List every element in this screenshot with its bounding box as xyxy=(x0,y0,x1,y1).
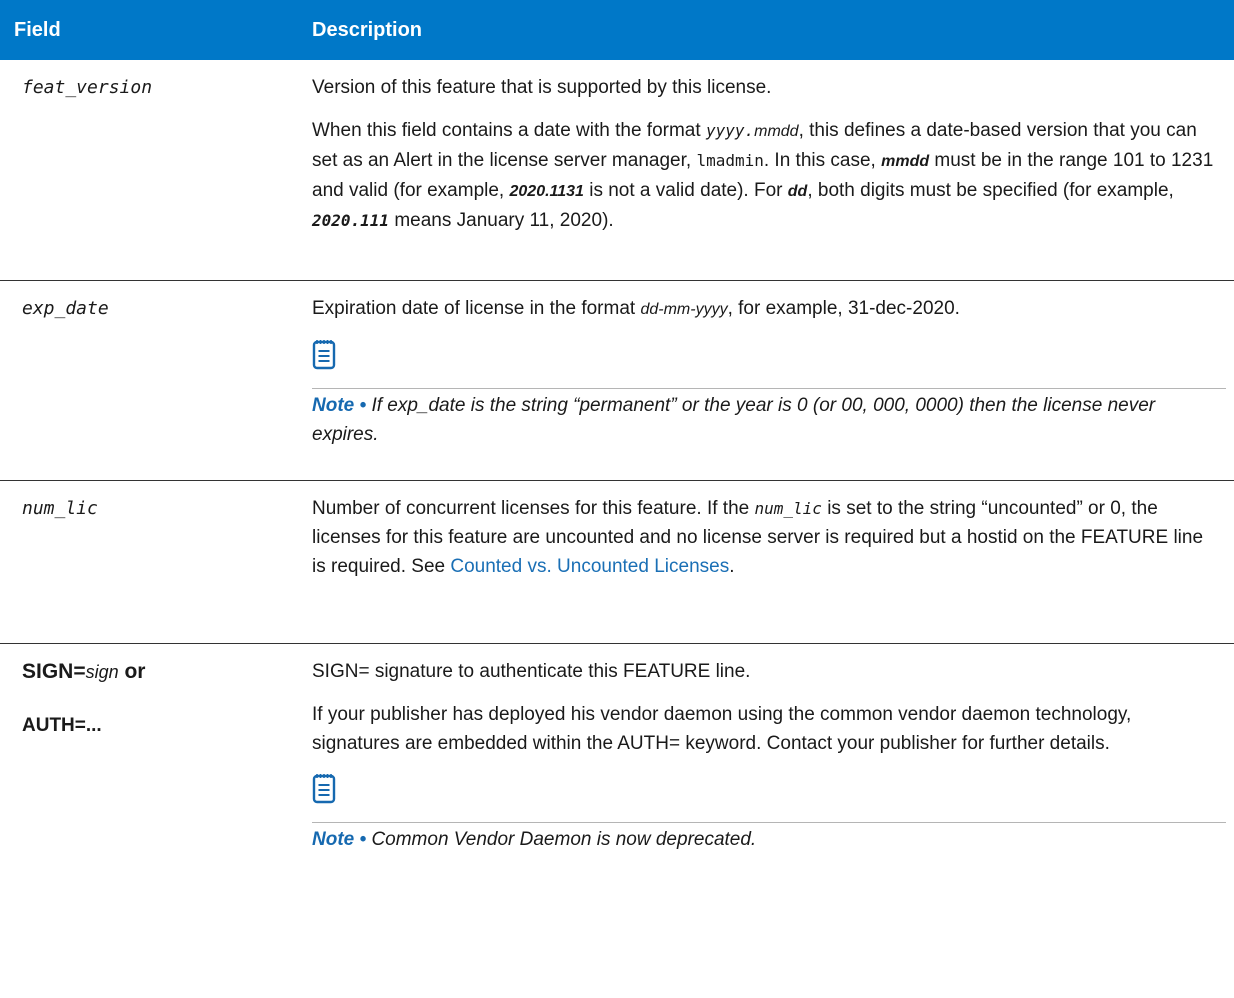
description-paragraph: Version of this feature that is supporte… xyxy=(312,77,772,98)
header-description: Description xyxy=(298,0,1234,60)
description-cell: Number of concurrent licenses for this f… xyxy=(298,480,1234,644)
field-name: feat_version xyxy=(22,77,153,98)
description-paragraph: SIGN= signature to authenticate this FEA… xyxy=(312,660,751,682)
text-run: Number of concurrent licenses for this f… xyxy=(312,497,755,519)
note-text: Note • Common Vendor Daemon is now depre… xyxy=(312,825,1220,854)
table-row-feat-version: feat_version Version of this feature tha… xyxy=(0,60,1234,281)
note-icon-container xyxy=(312,338,1220,378)
table-row-num-lic: num_lic Number of concurrent licenses fo… xyxy=(0,480,1234,644)
feature-fields-table: Field Description feat_version Version o… xyxy=(0,0,1234,868)
code-run: yyyy. xyxy=(705,121,755,140)
description-paragraph: Number of concurrent licenses for this f… xyxy=(312,494,1220,581)
code-run: lmadmin xyxy=(696,151,764,170)
text-run: , for example, 31-dec-2020. xyxy=(727,297,960,319)
text-run: , both digits must be specified (for exa… xyxy=(807,180,1174,201)
field-cell: SIGN=sign or AUTH=... xyxy=(0,643,298,868)
text-run: Expiration date of license in the format xyxy=(312,297,641,319)
field-cell: feat_version xyxy=(0,60,298,281)
code-run: num_lic xyxy=(754,498,822,518)
text-run: is not a valid date). For xyxy=(583,180,788,201)
table-body: feat_version Version of this feature tha… xyxy=(0,60,1234,868)
code-run: 2020.111 xyxy=(312,211,390,230)
field-name: exp_date xyxy=(22,297,109,319)
note-label: Note • xyxy=(312,394,367,416)
note-divider xyxy=(312,387,1226,389)
note-divider xyxy=(312,821,1226,823)
code-run: mmdd xyxy=(881,153,930,170)
field-cell: exp_date xyxy=(0,280,298,481)
field-part: sign xyxy=(85,661,119,682)
field-cell: num_lic xyxy=(0,480,298,644)
code-run: dd-mm-yyyy xyxy=(640,300,728,318)
text-run: means January 11, 2020). xyxy=(389,210,614,231)
text-run: When this field contains a date with the… xyxy=(312,120,706,141)
note-body: Common Vendor Daemon is now deprecated. xyxy=(371,828,757,850)
description-cell: Version of this feature that is supporte… xyxy=(298,60,1234,281)
table-row-exp-date: exp_date Expiration date of license in t… xyxy=(0,280,1234,481)
field-part: SIGN= xyxy=(22,659,86,683)
field-name-auth: AUTH=... xyxy=(22,714,102,736)
table-row-sign: SIGN=sign or AUTH=... SIGN= signature to… xyxy=(0,643,1234,868)
text-run: . In this case, xyxy=(763,150,882,171)
notepad-icon xyxy=(312,338,336,379)
code-run: 2020.1131 xyxy=(509,183,584,200)
note-label: Note • xyxy=(312,828,367,850)
description-paragraph: If your publisher has deployed his vendo… xyxy=(312,703,1132,754)
code-run: dd xyxy=(787,183,808,200)
header-row: Field Description xyxy=(0,0,1234,60)
code-run: mmdd xyxy=(754,123,799,140)
description-cell: Expiration date of license in the format… xyxy=(298,280,1234,481)
description-paragraph: Expiration date of license in the format… xyxy=(312,294,1220,324)
header-field: Field xyxy=(0,0,298,60)
text-run: . xyxy=(729,555,735,577)
field-part: or xyxy=(118,659,146,683)
field-name-sign: SIGN=sign or xyxy=(22,657,284,687)
description-cell: SIGN= signature to authenticate this FEA… xyxy=(298,643,1234,868)
field-name: num_lic xyxy=(22,497,98,519)
table-header: Field Description xyxy=(0,0,1234,60)
note-icon-container xyxy=(312,772,1220,812)
notepad-icon xyxy=(312,772,336,813)
description-paragraph: When this field contains a date with the… xyxy=(312,116,1220,235)
note-body: If exp_date is the string “permanent” or… xyxy=(312,394,1156,445)
counted-vs-uncounted-link[interactable]: Counted vs. Uncounted Licenses xyxy=(450,556,729,577)
note-text: Note • If exp_date is the string “perman… xyxy=(312,391,1220,449)
